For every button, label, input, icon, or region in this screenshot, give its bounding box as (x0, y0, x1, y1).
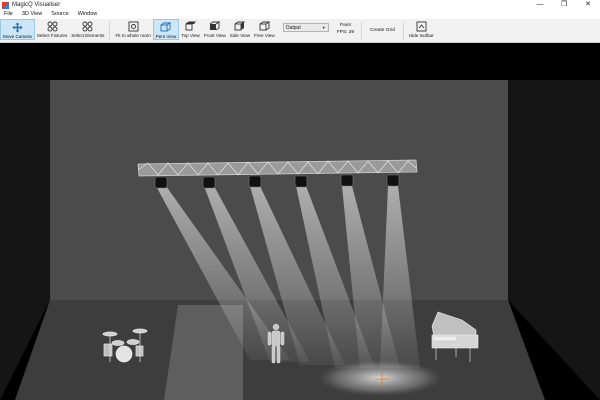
front-view-icon (209, 21, 221, 32)
fit-to-room-label: Fit to whole room (115, 33, 151, 38)
window-controls: — ❐ ✕ (528, 0, 600, 10)
fixtures-grid-icon (47, 21, 58, 32)
free-view-label: Free View (254, 33, 275, 38)
toolbar-separator (402, 21, 404, 40)
toolbar-separator (109, 21, 111, 40)
moving-head-fixture[interactable] (386, 174, 400, 187)
move-arrows-icon (12, 22, 23, 33)
select-fixtures-label: Select Fixtures (36, 33, 68, 38)
title-bar: MagicQ Visualiser — ❐ ✕ (0, 0, 600, 10)
pers-view-button[interactable]: Pers View (152, 19, 180, 40)
menu-file[interactable]: File (0, 10, 18, 19)
side-view-button[interactable]: Side View (228, 19, 252, 40)
menu-3d-view[interactable]: 3D View (18, 10, 47, 19)
toolbar: Move Camera Select Fixtures Select Eleme… (0, 19, 600, 43)
create-grid-label: Create Grid (370, 28, 395, 33)
output-dropdown-value: Output (285, 24, 301, 31)
top-view-icon (185, 21, 197, 32)
minimize-button[interactable]: — (528, 0, 552, 10)
free-view-button[interactable]: Free View (252, 19, 277, 40)
window-title: MagicQ Visualiser (12, 2, 61, 8)
hide-toolbar-button[interactable]: Hide toolbar (407, 19, 436, 40)
app-icon (2, 1, 9, 9)
moving-head-fixture[interactable] (248, 175, 262, 188)
toolbar-separator (361, 21, 363, 40)
top-view-button[interactable]: Top View (179, 19, 202, 40)
top-view-label: Top View (181, 33, 200, 38)
menu-source[interactable]: Source (47, 10, 73, 19)
moving-head-fixture[interactable] (340, 174, 354, 187)
3d-viewport[interactable] (0, 43, 600, 400)
free-view-icon (259, 21, 270, 32)
side-view-icon (234, 21, 246, 32)
close-button[interactable]: ✕ (576, 0, 600, 10)
menu-bar: File 3D View Source Window (0, 10, 600, 19)
menu-window[interactable]: Window (74, 10, 103, 19)
floor-light-spot (318, 360, 442, 396)
front-view-button[interactable]: Front View (202, 19, 228, 40)
fps-label: FPS: 29 (336, 30, 355, 35)
visualiser-window: MagicQ Visualiser — ❐ ✕ File 3D View Sou… (0, 0, 600, 400)
maximize-button[interactable]: ❐ (552, 0, 576, 10)
move-camera-button[interactable]: Move Camera (0, 19, 35, 40)
front-view-label: Front View (203, 33, 226, 38)
hide-toolbar-label: Hide toolbar (408, 33, 434, 38)
select-elements-button[interactable]: Select Elements (69, 19, 106, 40)
elements-grid-icon (82, 21, 93, 32)
hide-toolbar-icon (416, 21, 427, 32)
fit-room-icon (128, 21, 139, 32)
moving-head-fixture[interactable] (202, 176, 216, 189)
perspective-cube-icon (160, 22, 172, 33)
chevron-down-icon: ▼ (321, 25, 326, 30)
paint-fps-readout: Paint FPS: 29 (337, 19, 354, 42)
paint-label: Paint (339, 23, 351, 28)
select-elements-label: Select Elements (71, 33, 105, 38)
output-dropdown[interactable]: Output ▼ (282, 23, 329, 32)
select-fixtures-button[interactable]: Select Fixtures (35, 19, 69, 40)
moving-head-fixture[interactable] (154, 176, 168, 189)
moving-head-fixture[interactable] (294, 175, 308, 188)
create-grid-button[interactable]: Create Grid (365, 19, 400, 42)
pers-view-label: Pers View (155, 34, 177, 39)
side-view-label: Side View (229, 33, 251, 38)
move-camera-label: Move Camera (3, 34, 32, 39)
fit-to-room-button[interactable]: Fit to whole room (113, 19, 152, 40)
